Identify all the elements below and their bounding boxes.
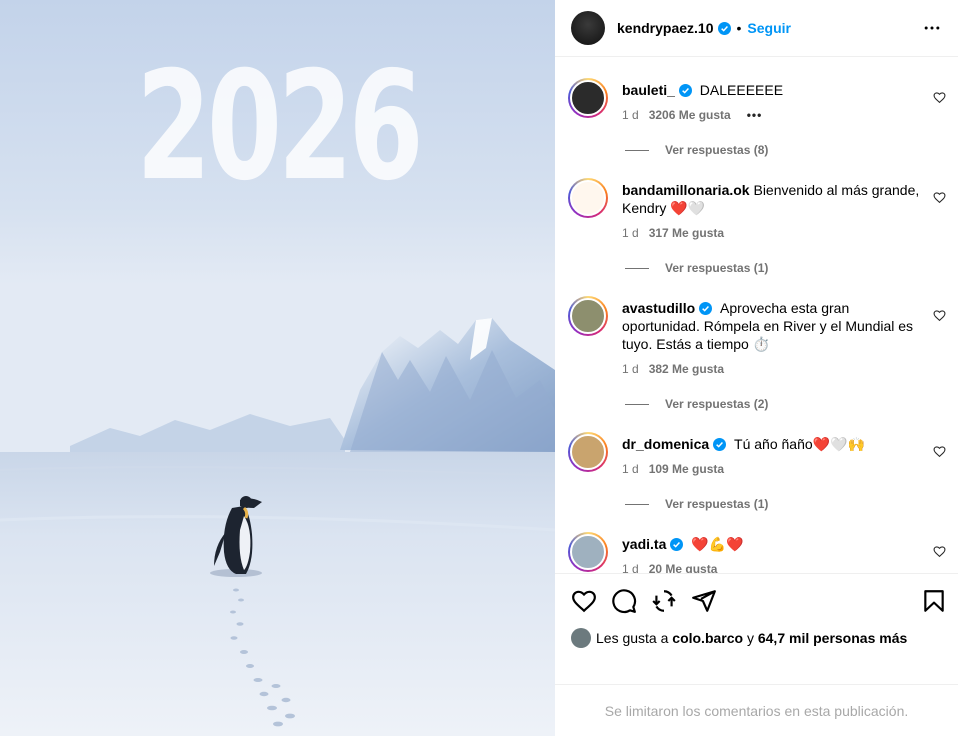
comments-limited-text: Se limitaron los comentarios en esta pub… xyxy=(604,702,909,719)
like-comment-heart-icon[interactable] xyxy=(933,445,946,458)
post-side-panel: kendrypaez.10 • Seguir bauleti_ DALEEEEE… xyxy=(555,0,958,736)
comment-text: Tú año ñaño❤️🤍🙌 xyxy=(734,436,865,452)
verified-badge-icon xyxy=(713,438,727,451)
comment-time: 1 d xyxy=(622,108,639,122)
post-actions-bar xyxy=(555,573,958,629)
view-replies-button[interactable]: Ver respuestas (1) xyxy=(625,497,768,511)
comment-time: 1 d xyxy=(622,462,639,476)
like-comment-heart-icon[interactable] xyxy=(933,309,946,322)
commenter-avatar[interactable] xyxy=(568,532,608,572)
comment-meta: 1 d 109 Me gusta xyxy=(622,462,724,476)
commenter-avatar[interactable] xyxy=(568,432,608,472)
comment-text: DALEEEEEE xyxy=(699,82,784,98)
comments-limited-notice: Se limitaron los comentarios en esta pub… xyxy=(555,684,958,736)
view-replies-button[interactable]: Ver respuestas (8) xyxy=(625,143,768,157)
header-separator: • xyxy=(736,20,742,36)
like-heart-icon[interactable] xyxy=(571,588,597,614)
likes-prefix: Les gusta a xyxy=(596,630,669,646)
comment-username[interactable]: bauleti_ xyxy=(622,82,675,98)
comment-body: dr_domenica Tú año ñaño❤️🤍🙌 xyxy=(622,435,922,453)
replies-line xyxy=(625,404,649,406)
comment-likes[interactable]: 382 Me gusta xyxy=(649,362,724,376)
post-image[interactable]: 2026 xyxy=(0,0,555,736)
comment-text: ❤️💪❤️ xyxy=(691,536,744,552)
comment-meta: 1 d 317 Me gusta xyxy=(622,226,724,240)
save-bookmark-icon[interactable] xyxy=(921,588,947,614)
replies-line xyxy=(625,268,649,270)
likes-count[interactable]: 64,7 mil personas más xyxy=(758,630,907,646)
comment-username[interactable]: avastudillo xyxy=(622,300,695,316)
like-comment-heart-icon[interactable] xyxy=(933,545,946,558)
comment-time: 1 d xyxy=(622,362,639,376)
like-comment-heart-icon[interactable] xyxy=(933,191,946,204)
verified-badge-icon xyxy=(670,538,684,551)
verified-badge-icon xyxy=(699,302,713,315)
commenter-avatar[interactable] xyxy=(568,296,608,336)
replies-line xyxy=(625,150,649,152)
comment-body: yadi.ta ❤️💪❤️ xyxy=(622,535,922,553)
replies-line xyxy=(625,504,649,506)
owner-username[interactable]: kendrypaez.10 xyxy=(617,20,714,36)
likes-summary[interactable]: Les gusta a colo.barco y 64,7 mil person… xyxy=(571,628,907,648)
verified-badge-icon xyxy=(717,21,731,35)
comment-likes[interactable]: 317 Me gusta xyxy=(649,226,724,240)
comment-bubble-icon[interactable] xyxy=(611,588,637,614)
comment-time: 1 d xyxy=(622,226,639,240)
view-replies-button[interactable]: Ver respuestas (1) xyxy=(625,261,768,275)
comments-list[interactable]: bauleti_ DALEEEEEE 1 d 3206 Me gusta ••• V… xyxy=(555,58,958,573)
like-comment-heart-icon[interactable] xyxy=(933,91,946,104)
comment-meta: 1 d 3206 Me gusta ••• xyxy=(622,108,762,122)
commenter-avatar[interactable] xyxy=(568,78,608,118)
comment-meta: 1 d 382 Me gusta xyxy=(622,362,724,376)
comment-likes[interactable]: 20 Me gusta xyxy=(649,562,718,573)
antarctic-scene xyxy=(0,0,555,736)
comment-meta: 1 d 20 Me gusta xyxy=(622,562,717,573)
owner-avatar[interactable] xyxy=(571,11,605,45)
comment-username[interactable]: dr_domenica xyxy=(622,436,709,452)
comment-body: bandamillonaria.ok Bienvenido al más gra… xyxy=(622,181,922,217)
view-replies-button[interactable]: Ver respuestas (2) xyxy=(625,397,768,411)
liker-avatar[interactable] xyxy=(571,628,591,648)
commenter-avatar[interactable] xyxy=(568,178,608,218)
comment-body: avastudillo Aprovecha esta gran oportuni… xyxy=(622,299,922,353)
comment-username[interactable]: yadi.ta xyxy=(622,536,666,552)
more-options-icon[interactable] xyxy=(922,18,942,38)
comment-likes[interactable]: 109 Me gusta xyxy=(649,462,724,476)
likes-middle: y xyxy=(746,630,754,646)
comment-username[interactable]: bandamillonaria.ok xyxy=(622,182,750,198)
follow-button[interactable]: Seguir xyxy=(747,20,791,36)
post-header: kendrypaez.10 • Seguir xyxy=(555,0,958,57)
comment-likes[interactable]: 3206 Me gusta xyxy=(649,108,731,122)
repost-icon[interactable] xyxy=(651,588,677,614)
liker-username[interactable]: colo.barco xyxy=(672,630,743,646)
instagram-post-modal: 2026 kendrypaez.10 • Seguir bauleti_ DAL… xyxy=(0,0,958,736)
comment-body: bauleti_ DALEEEEEE xyxy=(622,81,922,99)
share-send-icon[interactable] xyxy=(691,588,717,614)
comment-time: 1 d xyxy=(622,562,639,573)
verified-badge-icon xyxy=(678,84,692,97)
comment-options-icon[interactable]: ••• xyxy=(747,108,763,122)
